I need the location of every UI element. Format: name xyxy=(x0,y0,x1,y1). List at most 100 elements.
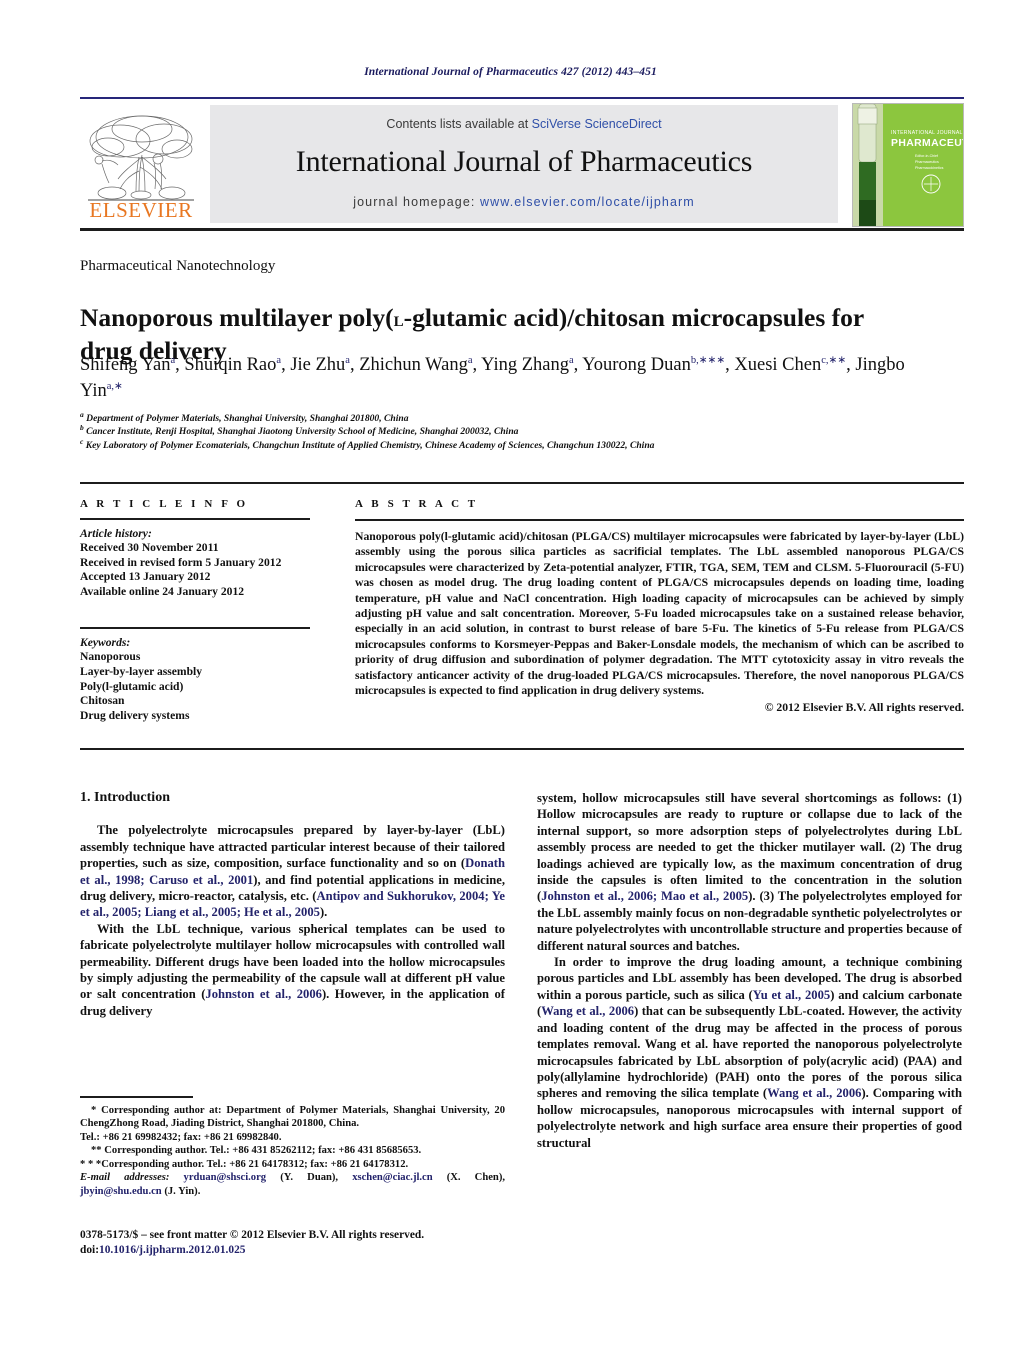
footer-block: 0378-5173/$ – see front matter © 2012 El… xyxy=(80,1228,510,1258)
citation-link[interactable]: Wang et al., 2006 xyxy=(767,1086,861,1100)
author-affiliation-marker: a xyxy=(276,354,282,366)
keywords-label: Keywords: xyxy=(80,636,131,650)
article-history-item: Received in revised form 5 January 2012 xyxy=(80,555,282,569)
article-history-item: Available online 24 January 2012 xyxy=(80,584,245,598)
author-name: Shuiqin Rao xyxy=(184,355,277,375)
body-column-left: 1. Introduction The polyelectrolyte micr… xyxy=(80,790,505,1019)
citation-link[interactable]: Johnston et al., 2006 xyxy=(205,987,322,1001)
affiliation-item: a Department of Polymer Materials, Shang… xyxy=(80,411,950,425)
journal-title: International Journal of Pharmaceutics xyxy=(295,145,753,178)
body-column-right: system, hollow microcapsules still have … xyxy=(537,790,962,1151)
author-affiliation-marker: a xyxy=(170,354,176,366)
corresponding-author-2: ** Corresponding author. Tel.: +86 431 8… xyxy=(91,1145,422,1157)
masthead-bottom-rule xyxy=(80,228,964,231)
author-name: Shifeng Yan xyxy=(80,355,171,375)
corresponding-author-1-tel: Tel.: +86 21 69982432; fax: +86 21 69982… xyxy=(80,1131,282,1143)
footnote-rule xyxy=(80,1096,193,1098)
contents-prefix: Contents lists available at xyxy=(386,117,532,131)
info-abstract-top-rule xyxy=(80,482,964,484)
keyword-item: Drug delivery systems xyxy=(80,708,190,722)
author-affiliation-marker: a xyxy=(568,354,574,366)
footnote-block: * Corresponding author at: Department of… xyxy=(80,1096,505,1199)
corresponding-author-3: * * *Corresponding author. Tel.: +86 21 … xyxy=(80,1158,409,1170)
article-history-item: Accepted 13 January 2012 xyxy=(80,570,211,584)
doi-prefix: doi: xyxy=(80,1244,99,1256)
journal-cover-thumbnail: INTERNATIONAL JOURNAL OF PHARMACEUTICS E… xyxy=(852,103,964,227)
abstract-heading: A B S T R A C T xyxy=(355,498,479,510)
sciencedirect-link[interactable]: SciVerse ScienceDirect xyxy=(532,117,662,131)
author-name: Yourong Duan xyxy=(582,355,691,375)
journal-homepage-line: journal homepage: www.elsevier.com/locat… xyxy=(210,195,838,209)
keyword-item: Layer-by-layer assembly xyxy=(80,664,203,678)
author-affiliation-marker: b,∗∗∗ xyxy=(690,354,726,366)
author-affiliation-marker: a,∗ xyxy=(106,380,123,392)
email-link[interactable]: jbyin@shu.edu.cn xyxy=(80,1186,162,1197)
email-link[interactable]: yrduan@shsci.org xyxy=(184,1172,267,1183)
body-text: system, hollow microcapsules still have … xyxy=(537,791,962,904)
body-paragraph: system, hollow microcapsules still have … xyxy=(537,790,962,954)
article-info-rule xyxy=(80,518,310,520)
title-smallcaps-l: l xyxy=(393,307,404,332)
svg-text:Editor-in-Chief: Editor-in-Chief xyxy=(915,154,938,158)
email-owner: (X. Chen), xyxy=(432,1172,505,1184)
email-addresses-line: E-mail addresses: yrduan@shsci.org (Y. D… xyxy=(80,1171,505,1198)
abstract-body: Nanoporous poly(l-glutamic acid)/chitosa… xyxy=(355,530,964,698)
author-name: Jie Zhu xyxy=(290,355,346,375)
citation-link[interactable]: Yu et al., 2005 xyxy=(753,988,830,1002)
body-text: ). xyxy=(319,905,328,920)
svg-text:INTERNATIONAL JOURNAL OF: INTERNATIONAL JOURNAL OF xyxy=(891,130,963,136)
masthead-center-band: Contents lists available at SciVerse Sci… xyxy=(210,105,838,223)
issn-copyright-line: 0378-5173/$ – see front matter © 2012 El… xyxy=(80,1229,425,1241)
elsevier-wordmark: ELSEVIER xyxy=(89,198,193,222)
abstract-column: A B S T R A C T Nanoporous poly(l-glutam… xyxy=(355,498,964,714)
intro-left-paragraphs: The polyelectrolyte microcapsules prepar… xyxy=(80,822,505,1019)
intro-right-paragraphs: system, hollow microcapsules still have … xyxy=(537,790,962,1151)
doi-link[interactable]: 10.1016/j.ijpharm.2012.01.025 xyxy=(99,1244,246,1256)
affiliation-text: Department of Polymer Materials, Shangha… xyxy=(83,413,409,424)
keyword-item: Chitosan xyxy=(80,694,125,708)
body-paragraph: In order to improve the drug loading amo… xyxy=(537,954,962,1151)
citation-link[interactable]: Johnston et al., 2006; Mao et al., 2005 xyxy=(541,889,748,903)
running-head: International Journal of Pharmaceutics 4… xyxy=(364,66,657,78)
affiliation-text: Key Laboratory of Polymer Ecomaterials, … xyxy=(83,439,655,451)
info-abstract-bottom-rule xyxy=(80,748,964,750)
body-paragraph: The polyelectrolyte microcapsules prepar… xyxy=(80,822,505,920)
article-info-heading: A R T I C L E I N F O xyxy=(80,498,249,510)
section-category-label: Pharmaceutical Nanotechnology xyxy=(80,258,276,274)
keyword-item: Poly(l-glutamic acid) xyxy=(80,679,184,693)
svg-text:PHARMACEUTICS: PHARMACEUTICS xyxy=(891,138,963,149)
keywords-rule xyxy=(80,627,310,630)
affiliation-item: b Cancer Institute, Renji Hospital, Shan… xyxy=(80,424,950,438)
introduction-heading: 1. Introduction xyxy=(80,790,170,805)
journal-article-page: International Journal of Pharmaceutics 4… xyxy=(0,0,1021,1351)
body-paragraph: With the LbL technique, various spherica… xyxy=(80,921,505,1019)
email-addresses-label: E-mail addresses: xyxy=(80,1172,184,1184)
email-owner: (J. Yin). xyxy=(161,1186,201,1198)
doi-line: doi:10.1016/j.ijpharm.2012.01.025 xyxy=(80,1243,510,1258)
abstract-rule xyxy=(355,519,964,521)
author-affiliation-marker: a xyxy=(345,354,350,366)
author-name: Xuesi Chen xyxy=(734,355,822,375)
affiliation-text: Cancer Institute, Renji Hospital, Shangh… xyxy=(83,426,519,438)
journal-homepage-link[interactable]: www.elsevier.com/locate/ijpharm xyxy=(480,195,695,209)
author-name: Ying Zhang xyxy=(481,355,569,375)
abstract-copyright: © 2012 Elsevier B.V. All rights reserved… xyxy=(764,701,964,715)
corresponding-author-1: * Corresponding author at: Department of… xyxy=(80,1104,505,1130)
article-history-label: Article history: xyxy=(80,527,152,540)
article-info-column: A R T I C L E I N F O Article history: R… xyxy=(80,498,310,723)
author-list: Shifeng Yana, Shuiqin Raoa, Jie Zhua, Zh… xyxy=(80,354,905,401)
citation-link[interactable]: Wang et al., 2006 xyxy=(541,1004,634,1018)
keywords-lines: Nanoporous Layer-by-layer assembly Poly(l-… xyxy=(80,650,310,723)
author-affiliation-marker: a xyxy=(467,354,473,366)
svg-text:Pharmacokinetics: Pharmacokinetics xyxy=(915,166,944,170)
article-history-item: Received 30 November 2011 xyxy=(80,541,219,554)
email-owner: (Y. Duan), xyxy=(266,1172,353,1184)
email-link[interactable]: xschen@ciac.jl.cn xyxy=(352,1172,432,1183)
affiliation-list: a Department of Polymer Materials, Shang… xyxy=(80,411,950,452)
keyword-item: Nanoporous xyxy=(80,650,141,664)
affiliation-item: c Key Laboratory of Polymer Ecomaterials… xyxy=(80,437,950,452)
svg-text:Pharmaceutics: Pharmaceutics xyxy=(915,160,939,164)
article-history-lines: Received 30 November 2011 Received in rev… xyxy=(80,541,310,599)
body-text: The polyelectrolyte microcapsules prepar… xyxy=(80,823,505,871)
